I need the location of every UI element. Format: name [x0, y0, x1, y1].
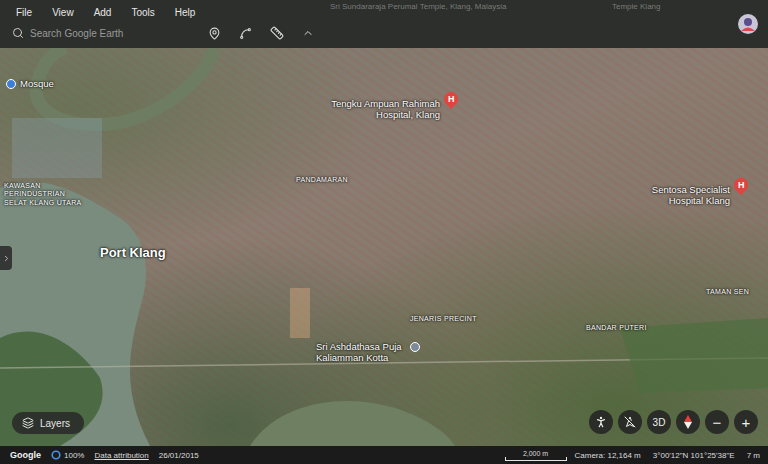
3d-button[interactable]: 3D	[647, 410, 671, 434]
loading-ring-icon	[51, 450, 61, 460]
map-label-text: Port Klang	[100, 245, 166, 261]
menu-item[interactable]: Add	[90, 7, 116, 18]
hospital-icon: H	[441, 89, 461, 109]
map-label-text: Tengku Ampuan Rahimah Hospital, Klang	[318, 98, 440, 121]
map-label-text: TAMAN SEN	[706, 288, 749, 296]
top-toolbar: Sri Sundararaja Perumal Temple, Klang, M…	[0, 0, 768, 48]
zoom-in-button[interactable]: +	[734, 410, 758, 434]
elevation: 7 m	[747, 451, 760, 460]
hospital-icon: H	[731, 175, 751, 195]
search-row: Search Google Earth	[12, 21, 758, 45]
map-label: Temple Klang	[612, 2, 660, 11]
map-label-text: Sri Ashdathasa Puja Kaliamman Kotta	[316, 341, 406, 364]
compass-button[interactable]	[676, 410, 700, 434]
menu-item[interactable]: File	[12, 7, 36, 18]
layers-icon	[22, 417, 34, 429]
google-earth-window: Sri Sundararaja Perumal Temple, Klang, M…	[0, 0, 768, 464]
google-logo: Google	[10, 450, 41, 460]
menu-item[interactable]: Help	[171, 7, 200, 18]
temple-icon	[410, 342, 420, 352]
menu-item[interactable]: View	[48, 7, 78, 18]
map-label[interactable]: Mosque	[6, 78, 54, 89]
ruler-icon[interactable]	[270, 26, 284, 40]
map-label[interactable]: PANDAMARAN	[296, 176, 348, 184]
map-label[interactable]: BANDAR PUTERI	[586, 324, 647, 332]
layers-button[interactable]: Layers	[12, 412, 84, 434]
menu-item[interactable]: Tools	[127, 7, 158, 18]
person-icon	[594, 415, 608, 429]
status-bar: Google 100% Data attribution 26/01/2015 2,00…	[0, 446, 768, 464]
street-view-button[interactable]	[589, 410, 613, 434]
tool-icons	[208, 26, 314, 40]
data-attribution-link[interactable]: Data attribution	[94, 451, 148, 460]
reset-tilt-button[interactable]	[618, 410, 642, 434]
sidebar-toggle[interactable]	[0, 246, 12, 270]
map-label-text: JENARIS PRECINT	[410, 315, 477, 323]
compass-icon	[682, 415, 694, 429]
map-label[interactable]: Port Klang	[100, 245, 166, 261]
map-label-text: KAWASAN PERINDUSTRIAN SELAT KLANG UTARA	[4, 182, 86, 207]
map-label: Sri Sundararaja Perumal Temple, Klang, M…	[330, 2, 506, 11]
path-icon[interactable]	[239, 27, 252, 40]
map-label[interactable]: Sentosa Specialist Hospital KlangH	[632, 184, 748, 207]
map-label-text: PANDAMARAN	[296, 176, 348, 184]
satellite-map[interactable]: Mosque KAWASAN PERINDUSTRIAN SELAT KLANG …	[0, 48, 768, 446]
chevron-up-icon[interactable]	[302, 27, 314, 39]
chevron-right-icon	[2, 254, 11, 263]
map-label-text: BANDAR PUTERI	[586, 324, 647, 332]
avatar-icon[interactable]	[738, 14, 758, 34]
camera-altitude: Camera: 12,164 m	[575, 451, 641, 460]
mosque-icon	[6, 79, 16, 89]
placemark-icon[interactable]	[208, 27, 221, 40]
map-label[interactable]: JENARIS PRECINT	[410, 315, 477, 323]
map-label-text: Mosque	[20, 78, 54, 89]
map-label[interactable]: KAWASAN PERINDUSTRIAN SELAT KLANG UTARA	[4, 182, 86, 207]
loading-indicator: 100%	[51, 450, 84, 460]
coordinates: 3°00'12"N 101°25'38"E	[653, 451, 735, 460]
map-label-text: Sentosa Specialist Hospital Klang	[632, 184, 730, 207]
navigation-off-icon	[624, 416, 636, 428]
map-label[interactable]: Sri Ashdathasa Puja Kaliamman Kotta	[316, 341, 420, 364]
search-field[interactable]: Search Google Earth	[12, 27, 198, 39]
map-label[interactable]: TAMAN SEN	[706, 288, 749, 296]
map-label[interactable]: Tengku Ampuan Rahimah Hospital, KlangH	[318, 98, 458, 121]
search-icon	[12, 27, 24, 39]
imagery-date: 26/01/2015	[159, 451, 199, 460]
zoom-out-button[interactable]: −	[705, 410, 729, 434]
search-placeholder: Search Google Earth	[30, 28, 123, 39]
scale-bar: 2,000 m	[505, 450, 567, 461]
view-controls: 3D −+	[589, 410, 758, 434]
